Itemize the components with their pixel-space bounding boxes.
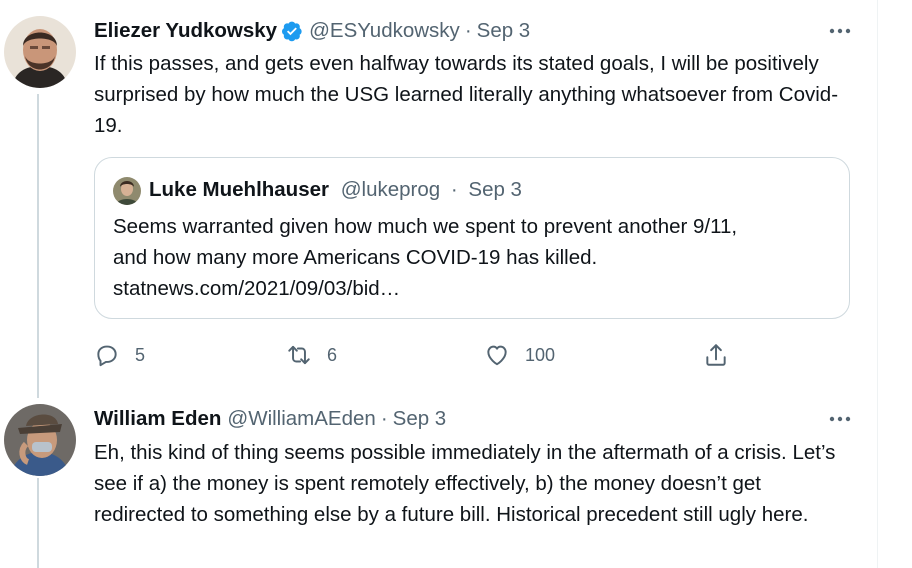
- quoted-text-line: Seems warranted given how much we spent …: [113, 215, 738, 238]
- separator: ·: [464, 19, 472, 42]
- reply-button[interactable]: 5: [94, 340, 145, 370]
- author-name: Luke Muehlhauser: [149, 178, 329, 201]
- tweet-header: William Eden @WilliamAEden · Sep 3: [94, 407, 446, 431]
- like-count: 100: [525, 344, 556, 365]
- author-name[interactable]: Eliezer Yudkowsky: [94, 19, 277, 43]
- tweet-date[interactable]: Sep 3: [477, 19, 531, 43]
- heart-icon: [487, 345, 507, 366]
- avatar: [113, 177, 141, 205]
- quoted-link: statnews.com/2021/09/03/bid…: [113, 277, 401, 300]
- author-name[interactable]: William Eden: [94, 407, 221, 431]
- timeline-border: [877, 0, 878, 568]
- more-options-icon[interactable]: [826, 407, 854, 431]
- tweet-date[interactable]: Sep 3: [393, 407, 447, 431]
- tweet-header: Eliezer Yudkowsky @ESYudkowsky · Sep 3: [94, 19, 530, 43]
- retweet-count: 6: [327, 344, 338, 365]
- thread-connector: [37, 478, 39, 568]
- retweet-button[interactable]: 6: [286, 340, 337, 370]
- separator: ·: [380, 407, 388, 430]
- reply-icon: [97, 345, 117, 367]
- reply-count: 5: [135, 344, 146, 365]
- tweet-text: Eh, this kind of thing seems possible im…: [94, 441, 836, 526]
- retweet-icon: [288, 345, 310, 365]
- share-icon: [706, 344, 726, 366]
- quoted-text-line: and how many more Americans COVID-19 has…: [113, 246, 598, 269]
- avatar[interactable]: [4, 404, 76, 476]
- quoted-tweet-header: Luke Muehlhauser @lukeprog · Sep 3: [149, 178, 522, 202]
- quoted-tweet-text: Seems warranted given how much we spent …: [113, 211, 833, 304]
- share-button[interactable]: [703, 340, 729, 370]
- avatar[interactable]: [4, 16, 76, 88]
- verified-badge-icon: [281, 20, 303, 42]
- tweet-date: Sep 3: [468, 178, 522, 201]
- like-button[interactable]: 100: [484, 340, 555, 370]
- separator: ·: [450, 178, 458, 201]
- quoted-tweet[interactable]: Luke Muehlhauser @lukeprog · Sep 3 Seems…: [94, 157, 850, 319]
- tweet-text: If this passes, and gets even halfway to…: [94, 52, 839, 137]
- author-handle[interactable]: @ESYudkowsky: [309, 19, 460, 43]
- thread-connector: [37, 94, 39, 398]
- author-handle[interactable]: @WilliamAEden: [227, 407, 375, 431]
- more-options-icon[interactable]: [826, 19, 854, 43]
- author-handle: @lukeprog: [340, 178, 441, 201]
